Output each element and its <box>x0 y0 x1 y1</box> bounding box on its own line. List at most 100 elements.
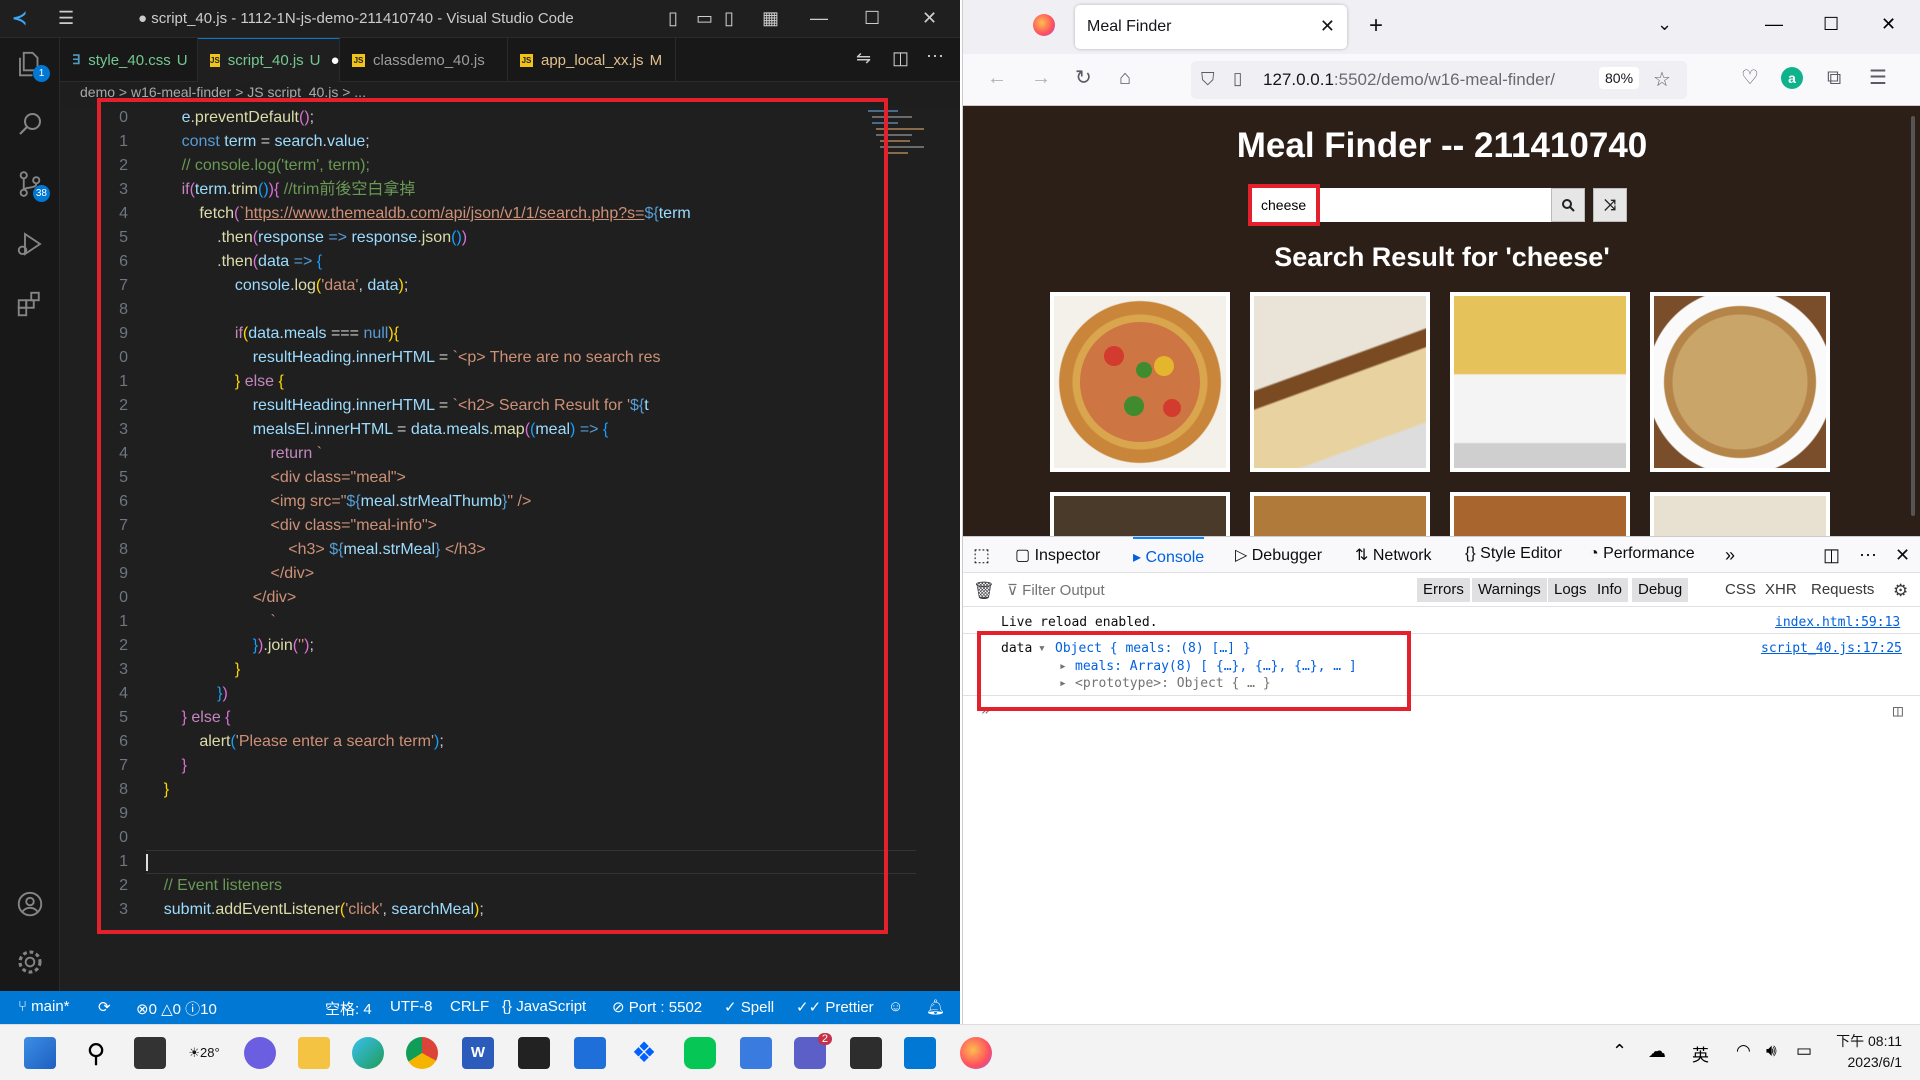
live-server-status[interactable]: ⊘ Port : 5502 <box>612 998 702 1016</box>
meal-card[interactable] <box>1650 492 1830 536</box>
tab-meal-finder[interactable]: Meal Finder ✕ <box>1075 5 1347 49</box>
language-status[interactable]: {} JavaScript <box>502 998 586 1015</box>
minimize-icon[interactable]: — <box>810 8 828 29</box>
volume-icon[interactable]: 🔊︎ <box>1766 1041 1777 1061</box>
tab-console[interactable]: ▸ Console <box>1133 537 1205 573</box>
back-icon[interactable]: ← <box>987 68 1007 88</box>
new-tab-icon[interactable]: + <box>1369 12 1383 40</box>
clear-console-icon[interactable]: 🗑︎ <box>973 581 995 601</box>
onedrive-icon[interactable]: ☁ <box>1648 1041 1666 1062</box>
close-devtools-icon[interactable]: ✕ <box>1895 545 1910 566</box>
branch-status[interactable]: ⑂ main* <box>18 998 70 1015</box>
filter-requests[interactable]: Requests <box>1811 581 1874 598</box>
run-debug-icon[interactable] <box>0 218 60 270</box>
forward-icon[interactable]: → <box>1031 68 1051 88</box>
start-icon[interactable] <box>24 1037 56 1069</box>
sync-icon[interactable]: ⟳ <box>98 998 111 1016</box>
firefox-view-icon[interactable] <box>1033 14 1055 36</box>
tab-style-css[interactable]: ∃ style_40.css U <box>60 38 198 82</box>
chrome-icon[interactable] <box>406 1037 438 1069</box>
encoding-status[interactable]: UTF-8 <box>390 998 433 1015</box>
more-tools-icon[interactable]: » <box>1725 545 1735 566</box>
url-bar[interactable]: ⛉ ▯ 127.0.0.1:5502/demo/w16-meal-finder/… <box>1191 61 1687 99</box>
edge-icon[interactable] <box>352 1037 384 1069</box>
console-app-icon[interactable] <box>850 1037 882 1069</box>
wifi-icon[interactable]: ◠ <box>1736 1041 1751 1061</box>
random-meal-button[interactable]: ⤨ <box>1593 188 1627 222</box>
search-icon[interactable]: ⚲ <box>80 1037 112 1069</box>
tab-script-js[interactable]: JS script_40.js U ● <box>198 38 340 82</box>
bookmark-star-icon[interactable]: ☆ <box>1653 67 1671 92</box>
app-menu-icon[interactable]: ☰ <box>1869 68 1887 88</box>
page-icon[interactable]: ▯ <box>1233 69 1242 89</box>
filter-xhr[interactable]: XHR <box>1765 581 1797 598</box>
dropbox-icon[interactable]: ❖ <box>628 1037 660 1069</box>
editor-mode-icon[interactable]: ◫ <box>1893 701 1903 720</box>
prettier-status[interactable]: ✓✓ Prettier <box>796 998 874 1016</box>
zoom-badge[interactable]: 80% <box>1599 67 1640 89</box>
notifications-icon[interactable]: 🔔︎ <box>926 998 945 1016</box>
filter-logs[interactable]: Logs <box>1548 578 1593 602</box>
mail-icon[interactable] <box>574 1037 606 1069</box>
filter-info[interactable]: Info <box>1591 578 1629 602</box>
word-icon[interactable]: W <box>462 1037 494 1069</box>
tab-debugger[interactable]: ▷ Debugger <box>1235 545 1322 565</box>
dock-side-icon[interactable]: ◫ <box>1823 545 1840 566</box>
pocket-icon[interactable]: ♡ <box>1741 68 1759 88</box>
tab-style-editor[interactable]: {} Style Editor <box>1465 545 1562 563</box>
maximize-icon[interactable]: ☐ <box>864 8 880 29</box>
battery-icon[interactable]: ▭ <box>1796 1041 1812 1061</box>
weather-widget[interactable]: ☀28° <box>188 1037 220 1069</box>
accounts-icon[interactable] <box>0 878 60 930</box>
explorer-icon[interactable]: 1 <box>0 38 60 90</box>
compare-changes-icon[interactable]: ⇋ <box>856 48 871 69</box>
meal-card[interactable] <box>1050 292 1230 472</box>
search-submit-button[interactable] <box>1551 188 1585 222</box>
meal-card[interactable] <box>1050 492 1230 536</box>
meal-card[interactable] <box>1650 292 1830 472</box>
toggle-secondary-sidebar-icon[interactable]: ▯ <box>724 8 734 29</box>
notepad-icon[interactable] <box>740 1037 772 1069</box>
tab-performance[interactable]: ◔ Performance <box>1589 545 1695 563</box>
extension-badge-icon[interactable]: a <box>1781 67 1803 89</box>
tab-classdemo-js[interactable]: JS classdemo_40.js <box>340 38 508 82</box>
list-tabs-icon[interactable]: ⌄ <box>1657 14 1672 35</box>
file-explorer-icon[interactable] <box>298 1037 330 1069</box>
feedback-icon[interactable]: ☺ <box>888 998 903 1015</box>
extensions-icon[interactable]: ⧉ <box>1827 68 1841 88</box>
task-view-icon[interactable] <box>134 1037 166 1069</box>
close-icon[interactable]: ✕ <box>922 8 937 29</box>
toggle-sidebar-icon[interactable]: ▯ <box>668 8 678 29</box>
close-window-icon[interactable]: ✕ <box>1881 14 1896 35</box>
line-icon[interactable] <box>684 1037 716 1069</box>
home-icon[interactable]: ⌂ <box>1119 68 1131 88</box>
message-source-link[interactable]: index.html:59:13 <box>1775 615 1900 630</box>
filter-css[interactable]: CSS <box>1725 581 1756 598</box>
customize-layout-icon[interactable]: ▦ <box>762 8 779 29</box>
tab-network[interactable]: ⇅ Network <box>1355 545 1432 565</box>
page-scrollbar[interactable] <box>1911 116 1915 516</box>
filter-output-input[interactable]: ⊽ Filter Output <box>1007 581 1105 599</box>
unsaved-dot-icon[interactable]: ● <box>331 52 340 69</box>
terminal-icon[interactable] <box>518 1037 550 1069</box>
message-source-link[interactable]: script_40.js:17:25 <box>1761 641 1902 656</box>
ime-indicator[interactable]: 英 <box>1692 1041 1709 1066</box>
extensions-icon[interactable] <box>0 278 60 330</box>
element-picker-icon[interactable]: ⬚ <box>973 545 990 566</box>
teams-icon[interactable]: 2 <box>794 1033 832 1069</box>
firefox-taskbar-icon[interactable] <box>960 1037 992 1069</box>
meal-card[interactable] <box>1450 292 1630 472</box>
filter-warnings[interactable]: Warnings <box>1472 578 1547 602</box>
indentation-status[interactable]: 空格: 4 <box>325 998 372 1019</box>
source-control-icon[interactable]: 38 <box>0 158 60 210</box>
filter-errors[interactable]: Errors <box>1417 578 1470 602</box>
split-editor-icon[interactable]: ◫ <box>892 48 909 69</box>
close-tab-icon[interactable]: ✕ <box>1320 16 1335 37</box>
vscode-taskbar-icon[interactable] <box>904 1037 936 1069</box>
search-icon[interactable] <box>0 98 60 150</box>
reload-icon[interactable]: ↻ <box>1075 68 1092 88</box>
meal-card[interactable] <box>1450 492 1630 536</box>
filter-debug[interactable]: Debug <box>1632 578 1689 602</box>
show-hidden-icons[interactable]: ⌃ <box>1612 1041 1627 1062</box>
system-clock[interactable]: 下午 08:11 2023/6/1 <box>1836 1031 1902 1073</box>
